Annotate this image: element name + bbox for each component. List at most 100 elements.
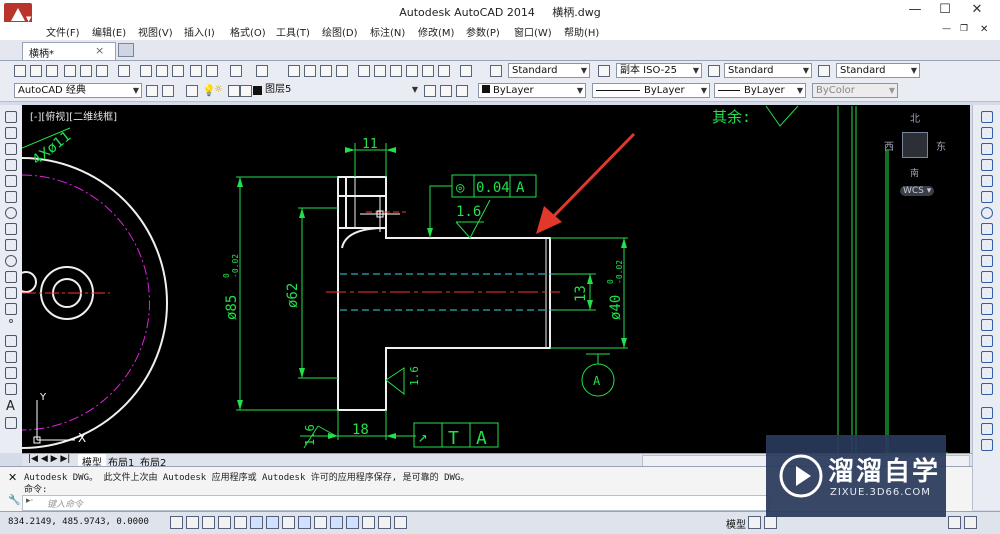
table-icon[interactable] — [5, 383, 17, 395]
make-block-icon[interactable] — [5, 303, 17, 315]
blend-curves-icon[interactable] — [981, 367, 993, 379]
properties-icon[interactable] — [358, 65, 370, 77]
polar-tracking-icon[interactable] — [234, 516, 247, 529]
menu-edit[interactable]: 编辑(E) — [92, 24, 126, 39]
text-style-icon[interactable] — [490, 65, 502, 77]
tab-nav-arrows-icon[interactable]: |◀ ◀ ▶ ▶| — [28, 454, 70, 464]
table-style-select[interactable]: Standard ▼ — [724, 63, 812, 78]
break-at-point-icon[interactable] — [981, 287, 993, 299]
publish-icon[interactable] — [96, 65, 108, 77]
zoom-previous-icon[interactable] — [336, 65, 348, 77]
stretch-icon[interactable] — [981, 239, 993, 251]
array-icon[interactable] — [981, 175, 993, 187]
extend-icon[interactable] — [981, 271, 993, 283]
command-input[interactable]: ▸· 键入命令 — [22, 495, 770, 511]
doc-restore-button[interactable]: ❐ — [960, 24, 968, 34]
table-style-icon[interactable] — [708, 65, 720, 77]
close-command-icon[interactable]: ✕ — [8, 471, 17, 484]
pan-icon[interactable] — [288, 65, 300, 77]
lineweight-select[interactable]: ByLayer ▼ — [714, 83, 806, 98]
viewcube[interactable]: 北 西 东 南 WCS ▾ — [880, 108, 960, 203]
chamfer-icon[interactable] — [981, 335, 993, 347]
doc-close-button[interactable]: ✕ — [980, 24, 988, 35]
region-icon[interactable] — [5, 367, 17, 379]
break-icon[interactable] — [981, 303, 993, 315]
menu-parameters[interactable]: 参数(P) — [466, 24, 500, 39]
mleader-style-icon[interactable] — [818, 65, 830, 77]
document-tab-close-icon[interactable]: × — [95, 44, 104, 57]
dim-style-select[interactable]: 副本 ISO-25 ▼ — [616, 63, 702, 78]
infer-constraints-icon[interactable] — [170, 516, 183, 529]
copy-icon[interactable] — [156, 65, 168, 77]
model-space-toggle[interactable]: 模型 — [726, 516, 746, 531]
menu-modify[interactable]: 修改(M) — [418, 24, 454, 39]
selection-cycling-icon[interactable] — [378, 516, 391, 529]
design-center-icon[interactable] — [374, 65, 386, 77]
workspace-settings-icon[interactable] — [146, 85, 158, 97]
layer-select[interactable]: 图层5 ▼ — [262, 83, 420, 98]
undo-icon[interactable] — [230, 65, 242, 77]
point-icon[interactable] — [9, 319, 13, 323]
viewcube-south[interactable]: 南 — [910, 166, 919, 179]
3d-print-icon[interactable] — [118, 65, 130, 77]
object-snap-icon[interactable] — [250, 516, 263, 529]
text-style-select[interactable]: Standard ▼ — [508, 63, 590, 78]
minimize-button[interactable]: — — [900, 2, 930, 20]
quick-view-layouts-icon[interactable] — [748, 516, 761, 529]
save-icon[interactable] — [46, 65, 58, 77]
menu-window[interactable]: 窗口(W) — [514, 24, 552, 39]
customize-icon[interactable] — [162, 85, 174, 97]
quick-properties-icon[interactable] — [362, 516, 375, 529]
add-selected-icon[interactable] — [5, 417, 17, 429]
color-select[interactable]: ByLayer ▼ — [478, 83, 586, 98]
grid-display-icon[interactable] — [202, 516, 215, 529]
join-icon[interactable] — [981, 319, 993, 331]
status-menu-icon[interactable] — [964, 516, 977, 529]
3d-object-snap-icon[interactable] — [266, 516, 279, 529]
print-icon[interactable] — [64, 65, 76, 77]
draworder-front-icon[interactable] — [981, 423, 993, 435]
polyline-icon[interactable] — [5, 143, 17, 155]
construction-line-icon[interactable] — [5, 127, 17, 139]
annotation-monitor-icon[interactable] — [394, 516, 407, 529]
menu-draw[interactable]: 绘图(D) — [322, 24, 358, 39]
paste-icon[interactable] — [172, 65, 184, 77]
revision-cloud-icon[interactable] — [5, 223, 17, 235]
clean-screen-icon[interactable] — [948, 516, 961, 529]
maximize-button[interactable]: ☐ — [930, 2, 960, 20]
wcs-menu[interactable]: WCS ▾ — [900, 186, 935, 196]
transparency-icon[interactable] — [346, 516, 359, 529]
copy-object-icon[interactable] — [981, 127, 993, 139]
mleader-style-select[interactable]: Standard ▼ — [836, 63, 920, 78]
draworder-icon[interactable] — [981, 407, 993, 419]
erase-icon[interactable] — [981, 111, 993, 123]
fillet-icon[interactable] — [981, 351, 993, 363]
sun-icon[interactable]: ☼ — [214, 84, 223, 95]
viewport-controls[interactable]: [-][俯视][二维线框] — [30, 108, 117, 123]
zoom-window-icon[interactable] — [320, 65, 332, 77]
wrench-icon[interactable]: 🔧 — [8, 495, 20, 506]
menu-view[interactable]: 视图(V) — [138, 24, 173, 39]
match-properties-icon[interactable] — [190, 65, 202, 77]
gradient-icon[interactable] — [5, 351, 17, 363]
menu-insert[interactable]: 插入(I) — [184, 24, 215, 39]
menu-dimension[interactable]: 标注(N) — [370, 24, 405, 39]
tool-palettes-icon[interactable] — [390, 65, 402, 77]
ellipse-icon[interactable] — [5, 255, 17, 267]
lock-icon[interactable] — [240, 85, 252, 97]
insert-block-icon[interactable] — [5, 287, 17, 299]
layer-freeze-icon[interactable] — [228, 85, 240, 97]
hatch-icon[interactable] — [5, 335, 17, 347]
viewcube-east[interactable]: 东 — [936, 138, 946, 153]
cut-icon[interactable] — [140, 65, 152, 77]
menu-file[interactable]: 文件(F) — [46, 24, 80, 39]
doc-minimize-button[interactable]: — — [942, 24, 951, 34]
dynamic-ucs-icon[interactable] — [298, 516, 311, 529]
viewcube-west[interactable]: 西 — [884, 138, 894, 153]
menu-help[interactable]: 帮助(H) — [564, 24, 599, 39]
new-tab-icon[interactable] — [118, 43, 134, 57]
workspace-select[interactable]: AutoCAD 经典 ▼ — [14, 83, 142, 98]
make-current-layer-icon[interactable] — [424, 85, 436, 97]
zoom-realtime-icon[interactable] — [304, 65, 316, 77]
linetype-select[interactable]: ByLayer ▼ — [592, 83, 710, 98]
